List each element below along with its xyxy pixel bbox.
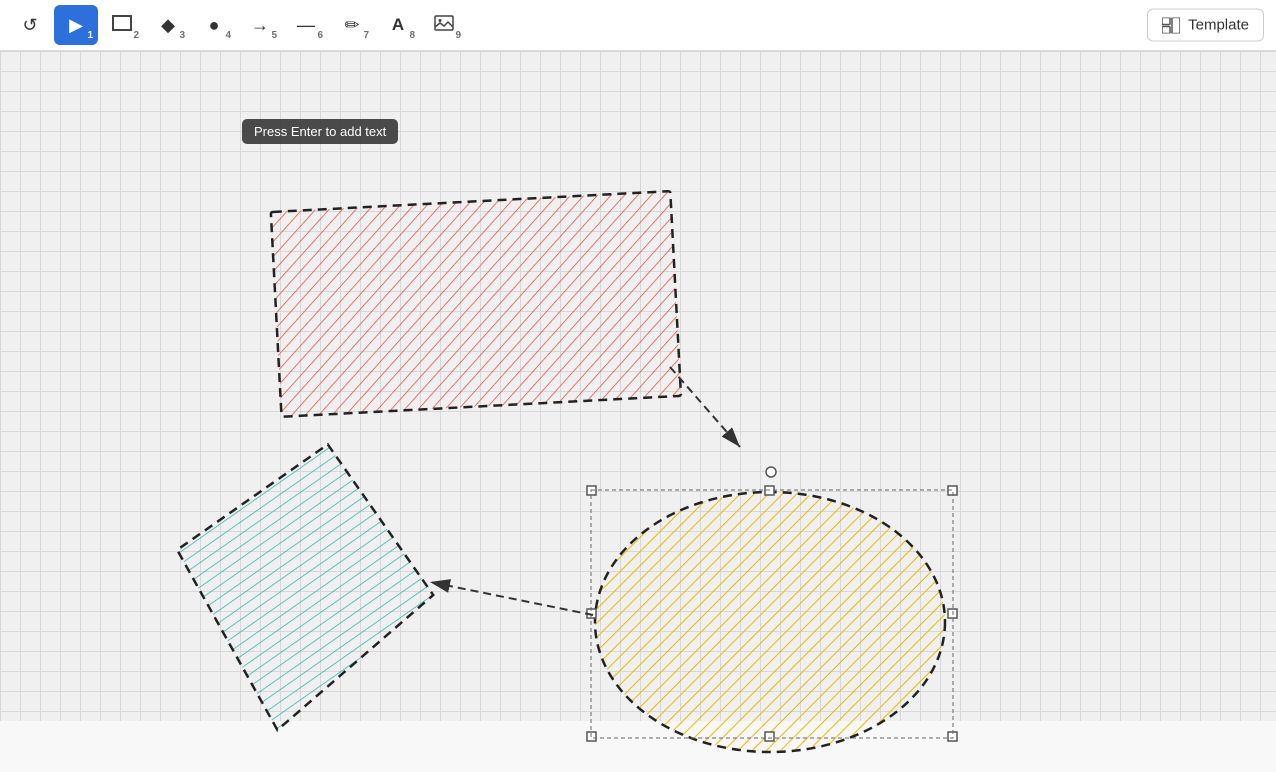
tool-number-7: 7 — [363, 30, 369, 41]
tool-number-2: 2 — [133, 30, 139, 41]
red-rectangle[interactable] — [271, 191, 681, 417]
rotation-handle[interactable] — [766, 467, 776, 477]
image-tool-button[interactable]: 9 — [422, 5, 466, 45]
arrow-icon: → — [251, 15, 269, 36]
toolbar: ↺ ▶ 1 2 ◆ 3 ● 4 → 5 — 6 ✏ 7 A 8 — [0, 0, 1276, 51]
tool-number-1: 1 — [87, 30, 93, 41]
tool-number-8: 8 — [409, 30, 415, 41]
select-tool-button[interactable]: ▶ 1 — [54, 5, 98, 45]
pencil-icon: ✏ — [344, 15, 359, 36]
drawing-canvas[interactable] — [0, 102, 1276, 772]
line-tool-button[interactable]: — 6 — [284, 5, 328, 45]
teal-diamond[interactable] — [149, 422, 455, 753]
selection-border — [591, 490, 953, 738]
undo-icon: ↺ — [22, 15, 37, 36]
diamond-icon: ◆ — [161, 15, 175, 36]
arrow-tool-button[interactable]: → 5 — [238, 5, 282, 45]
template-label: Template — [1188, 17, 1249, 34]
handle-tc[interactable] — [765, 486, 774, 495]
tool-number-4: 4 — [225, 30, 231, 41]
handle-br[interactable] — [948, 732, 957, 741]
template-button[interactable]: Template — [1147, 9, 1264, 42]
handle-bc[interactable] — [765, 732, 774, 741]
handle-tr[interactable] — [948, 486, 957, 495]
yellow-ellipse[interactable] — [595, 492, 945, 752]
cursor-icon: ▶ — [69, 15, 83, 36]
image-icon — [434, 15, 454, 36]
rectangle-tool-button[interactable]: 2 — [100, 5, 144, 45]
rectangle-icon — [112, 15, 132, 36]
canvas-area[interactable]: Press Enter to add text — [0, 51, 1276, 721]
handle-ml[interactable] — [587, 609, 596, 618]
undo-button[interactable]: ↺ — [8, 5, 52, 45]
text-tool-button[interactable]: A 8 — [376, 5, 420, 45]
handle-bl[interactable] — [587, 732, 596, 741]
line-icon: — — [297, 15, 315, 36]
tool-number-9: 9 — [455, 30, 461, 41]
ellipse-icon: ● — [209, 15, 220, 36]
tool-number-5: 5 — [271, 30, 277, 41]
pencil-tool-button[interactable]: ✏ 7 — [330, 5, 374, 45]
diamond-tool-button[interactable]: ◆ 3 — [146, 5, 190, 45]
arrow-rect-to-ellipse — [670, 367, 740, 447]
tool-number-6: 6 — [317, 30, 323, 41]
arrow-ellipse-to-diamond — [430, 582, 593, 615]
text-icon: A — [392, 15, 404, 35]
tool-number-3: 3 — [179, 30, 185, 41]
tooltip-text: Press Enter to add text — [242, 119, 398, 144]
ellipse-tool-button[interactable]: ● 4 — [192, 5, 236, 45]
handle-mr[interactable] — [948, 609, 957, 618]
handle-tl[interactable] — [587, 486, 596, 495]
template-icon — [1162, 17, 1180, 33]
